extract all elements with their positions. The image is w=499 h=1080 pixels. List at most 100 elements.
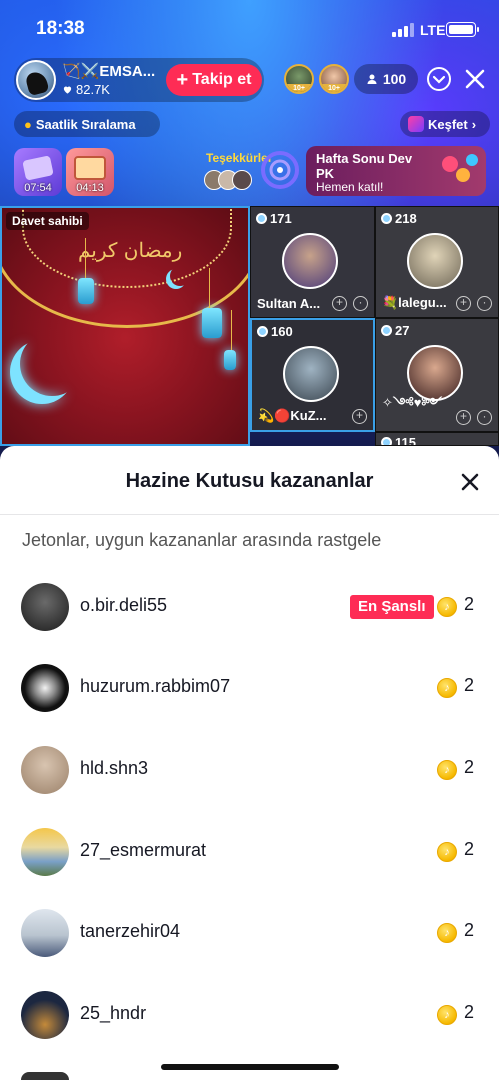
winner-row[interactable]: 27_esmermurat 2 [0,822,499,882]
score-icon [257,326,268,337]
lantern-icon [202,268,222,338]
guest-score-value: 27 [395,323,410,338]
score-icon [256,213,267,224]
coin-amount: 2 [464,757,475,777]
guest-cell[interactable]: 115 [375,432,499,446]
guest-cell[interactable]: 171 Sultan A... + · [250,206,375,318]
gift-icon [22,155,54,181]
close-icon[interactable] [462,66,488,92]
coin-amount: 2 [464,675,475,695]
explore-label: Keşfet [428,116,468,132]
chevron-right-icon: › [471,116,477,132]
avatar [232,170,252,190]
winner-row[interactable]: o.bir.deli55 En Şanslı 2 [0,577,499,637]
gift-box-tile[interactable]: 07:54 [14,148,62,196]
status-time: 18:38 [36,18,85,39]
flame-icon: ● [24,116,32,132]
winner-name: o.bir.deli55 [80,595,168,615]
gift-timer: 07:54 [24,182,52,194]
follow-button[interactable]: + Takip et [166,64,262,96]
winner-row[interactable]: tanerzehir04 2 [0,903,499,963]
crescent-moon-icon [170,266,190,286]
chevron-down-circle-icon[interactable] [426,66,452,92]
target-icon [261,151,299,189]
home-indicator[interactable] [161,1064,339,1070]
winner-name: hld.shn3 [80,758,149,778]
winner-name: 27_esmermurat [80,840,207,860]
battery-icon [446,22,479,37]
guest-score: 27 [381,323,409,338]
explore-icon [408,116,424,132]
hourly-ranking-label: Saatlik Sıralama [35,116,136,132]
add-guest-icon[interactable]: + [456,296,471,311]
coin-icon [437,597,457,617]
close-icon[interactable] [456,468,484,496]
sheet-title: Hazine Kutusu kazananlar [125,470,374,492]
top-viewer-avatar[interactable]: 10+ [284,64,314,94]
host-avatar[interactable] [16,60,56,100]
winner-name: 25_hndr [80,1003,147,1023]
coin-icon [437,760,457,780]
crescent-moon-icon [20,332,84,396]
mic-muted-icon[interactable]: · [353,296,368,311]
status-bar: 18:38 LTE [0,0,499,56]
cellular-signal-icon [392,23,414,37]
pk-subtitle: Hemen katıl! [316,180,384,194]
winner-name: tanerzehir04 [80,921,181,941]
thanks-avatars[interactable] [204,170,252,190]
weekend-pk-banner[interactable]: Hafta Sonu Dev PK Hemen katıl! [306,146,486,196]
balloons-icon [442,156,458,172]
mic-muted-icon[interactable]: · [477,410,492,425]
avatar [21,583,69,631]
avatar [21,1072,69,1080]
host-likes-count: 82.7K [76,82,110,97]
coin-icon [437,923,457,943]
ramadan-calligraphy: رمضان كريم [78,238,183,262]
guest-cell[interactable]: 218 💐lalegu... + · [375,206,499,318]
score-icon [381,437,392,445]
guest-avatar [282,233,338,289]
hourly-ranking-button[interactable]: ● Saatlik Sıralama [14,111,160,137]
guest-score-value: 115 [395,435,416,446]
host-likes: 82.7K [62,82,110,97]
avatar [21,828,69,876]
avatar [21,909,69,957]
winner-row[interactable]: huzurum.rabbim07 2 [0,658,499,718]
mic-muted-icon[interactable]: · [477,296,492,311]
winner-name: huzurum.rabbim07 [80,676,231,696]
guest-name: Sultan A... [257,296,321,311]
add-guest-icon[interactable]: + [352,409,367,424]
avatar [21,746,69,794]
viewer-count-value: 100 [382,71,407,87]
sheet-subtitle: Jetonlar, uygun kazananlar arasında rast… [22,530,382,550]
coin-amount: 2 [464,839,475,859]
guest-score: 115 [381,435,416,446]
guest-cell[interactable]: 27 ✧༺♥༻ + · [375,318,499,432]
guest-name: 💐lalegu... [382,295,447,310]
explore-button[interactable]: Keşfet › [400,111,490,137]
add-guest-icon[interactable]: + [332,296,347,311]
coin-amount: 2 [464,920,475,940]
guest-cell[interactable]: 160 💫🔴KuZ... + [250,318,375,432]
network-type: LTE [420,22,446,38]
host-video-cell[interactable]: رمضان كريم Davet sahibi [0,206,250,446]
plus-icon: + [176,69,189,91]
guest-score: 218 [381,211,417,226]
winner-row[interactable]: hld.shn3 2 [0,740,499,800]
winner-row[interactable]: 25_hndr 2 [0,985,499,1045]
coin-icon [437,678,457,698]
score-icon [381,213,392,224]
coin-amount: 2 [464,1002,475,1022]
treasure-box-icon [74,156,106,180]
add-guest-icon[interactable]: + [456,410,471,425]
balloons-icon [466,154,478,166]
divider [0,514,499,515]
top-viewer-avatar[interactable]: 10+ [319,64,349,94]
guest-score-value: 218 [395,211,417,226]
treasure-box-tile[interactable]: 04:13 [66,148,114,196]
person-icon [367,74,377,84]
coin-icon [437,1005,457,1025]
guest-score: 171 [256,211,292,226]
follow-label: Takip et [192,71,252,88]
viewer-count-button[interactable]: 100 [354,64,418,94]
